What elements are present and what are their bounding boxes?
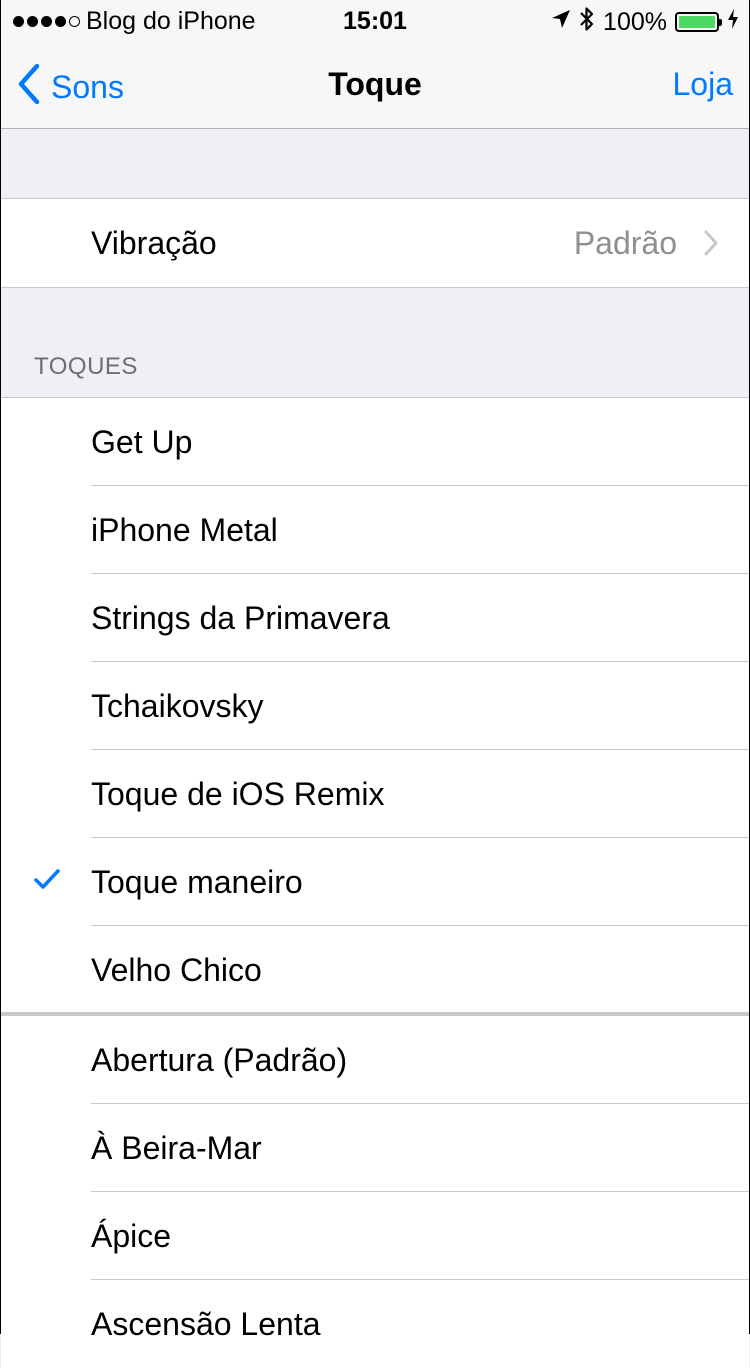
ringtone-label: Strings da Primavera [91, 600, 390, 636]
ringtone-label: Get Up [91, 424, 193, 460]
ringtone-label: Velho Chico [91, 952, 262, 988]
battery-fill [679, 15, 715, 28]
ringtone-label: Ápice [91, 1218, 172, 1254]
store-button[interactable]: Loja [673, 64, 734, 104]
ringtone-row[interactable]: Toque de iOS Remix [1, 750, 749, 838]
vibration-label: Vibração [91, 225, 217, 261]
checkmark-icon [33, 868, 61, 897]
ringtone-row[interactable]: À Beira-Mar [1, 1104, 749, 1192]
ringtone-label: Abertura (Padrão) [91, 1042, 348, 1078]
ringtones-list: Get Up iPhone Metal Strings da Primavera… [1, 397, 749, 1014]
ringtone-row-selected[interactable]: Toque maneiro [1, 838, 749, 926]
vibration-value: Padrão [573, 225, 677, 261]
vibration-row[interactable]: Vibração Padrão [1, 199, 749, 287]
ringtone-row[interactable]: Tchaikovsky [1, 662, 749, 750]
page-title: Toque [328, 66, 422, 102]
ringtone-label: Ascensão Lenta [91, 1306, 321, 1342]
battery-nub [719, 18, 722, 26]
ringtone-label: iPhone Metal [91, 512, 278, 548]
system-ringtones-list: Abertura (Padrão) À Beira-Mar Ápice Asce… [1, 1016, 749, 1368]
battery-percentage: 100% [603, 7, 667, 36]
status-right: 100% [551, 6, 739, 37]
ringtone-row[interactable]: Velho Chico [1, 926, 749, 1014]
chevron-right-icon [703, 229, 719, 262]
section-header-toques: TOQUES [34, 353, 138, 380]
ringtone-row[interactable]: iPhone Metal [1, 486, 749, 574]
ringtone-row[interactable]: Ápice [1, 1192, 749, 1280]
battery-icon [675, 11, 722, 32]
ringtone-label: Toque maneiro [91, 864, 303, 900]
bluetooth-icon [579, 6, 595, 37]
ringtone-label: À Beira-Mar [91, 1130, 262, 1166]
vibration-group: Vibração Padrão [1, 198, 749, 288]
ringtone-row[interactable]: Get Up [1, 398, 749, 486]
charging-bolt-icon [727, 8, 739, 35]
ringtone-row[interactable]: Abertura (Padrão) [1, 1016, 749, 1104]
ringtone-row[interactable]: Ascensão Lenta [1, 1280, 749, 1368]
navigation-bar: Sons Toque Loja [1, 40, 749, 129]
location-arrow-icon [551, 8, 571, 35]
ringtone-row[interactable]: Strings da Primavera [1, 574, 749, 662]
ringtone-label: Toque de iOS Remix [91, 776, 385, 812]
status-bar: Blog do iPhone 15:01 100% [1, 0, 749, 40]
ringtone-label: Tchaikovsky [91, 688, 264, 724]
